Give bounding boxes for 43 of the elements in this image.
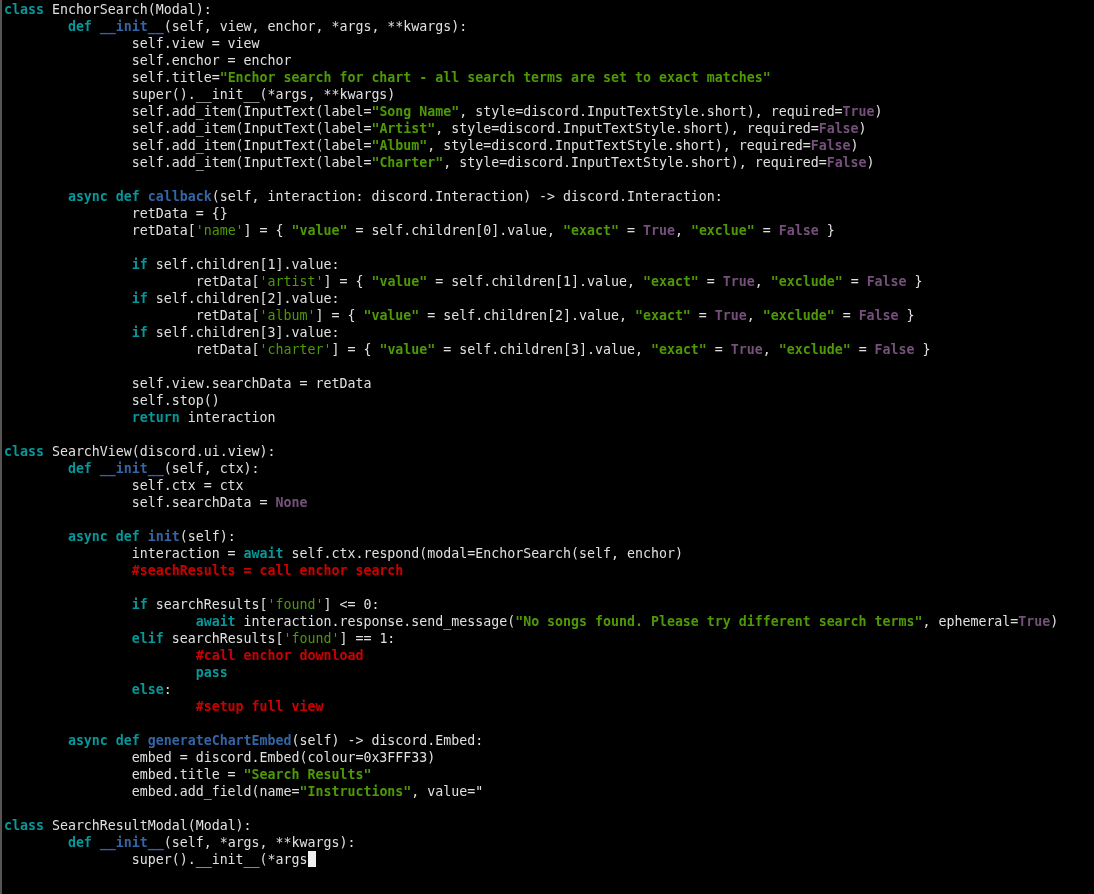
code-line: async def generateChartEmbed(self) -> discord.Embed:: [66, 732, 484, 749]
code-line: if self.children[3].value:: [130, 324, 340, 341]
code-line: self.view.searchData = retData: [130, 375, 372, 392]
code-line: #seachResults = call enchor search: [130, 562, 404, 579]
code-line: retData['album'] = { "value" = self.children[2].value, "exact" = True, "exclude" = False }: [194, 307, 915, 324]
code-line: return interaction: [130, 409, 276, 426]
code-line: if self.children[2].value:: [130, 290, 340, 307]
code-line: def __init__(self, view, enchor, *args, **kwargs):: [66, 18, 468, 35]
code-line: pass: [194, 664, 228, 681]
code-line: self.ctx = ctx: [130, 477, 244, 494]
code-line: async def init(self):: [66, 528, 236, 545]
code-line: elif searchResults['found'] == 1:: [130, 630, 396, 647]
code-line: embed.add_field(name="Instructions", value=": [130, 783, 484, 800]
code-line: retData['name'] = { "value" = self.children[0].value, "exact" = True, "exclue" = False }: [130, 222, 835, 239]
code-line: super().__init__(*args, **kwargs): [130, 86, 396, 103]
code-line: self.add_item(InputText(label="Charter", style=discord.InputTextStyle.short), required=False): [130, 154, 875, 171]
code-line: def __init__(self, ctx):: [66, 460, 260, 477]
code-line: retData['artist'] = { "value" = self.children[1].value, "exact" = True, "exclude" = False }: [194, 273, 923, 290]
code-line: self.searchData = None: [130, 494, 308, 511]
code-line: if self.children[1].value:: [130, 256, 340, 273]
code-line: #setup full view: [194, 698, 324, 715]
code-line: def __init__(self, *args, **kwargs):: [66, 834, 356, 851]
code-line: class SearchResultModal(Modal):: [4, 817, 252, 834]
code-line: #call enchor download: [194, 647, 364, 664]
code-line: self.add_item(InputText(label="Artist", style=discord.InputTextStyle.short), required=False): [130, 120, 867, 137]
code-line: super().__init__(*args: [130, 851, 308, 868]
code-line: embed.title = "Search Results": [130, 766, 372, 783]
code-line: retData = {}: [130, 205, 228, 222]
code-line: retData['charter'] = { "value" = self.children[3].value, "exact" = True, "exclude" = False }: [194, 341, 931, 358]
code-line: self.view = view: [130, 35, 260, 52]
code-line: class SearchView(discord.ui.view):: [4, 443, 276, 460]
code-line: embed = discord.Embed(colour=0x3FFF33): [130, 749, 436, 766]
code-line: self.title="Enchor search for chart - all search terms are set to exact matches": [130, 69, 771, 86]
code-line: self.stop(): [130, 392, 220, 409]
code-line: await interaction.response.send_message("No songs found. Please try different search terms", ephemeral=True): [194, 613, 1059, 630]
code-line: self.add_item(InputText(label="Album", style=discord.InputTextStyle.short), required=False): [130, 137, 859, 154]
code-line: else:: [130, 681, 172, 698]
code-line: if searchResults['found'] <= 0:: [130, 596, 380, 613]
code-line: class EnchorSearch(Modal):: [4, 1, 212, 18]
code-line: interaction = await self.ctx.respond(modal=EnchorSearch(self, enchor): [130, 545, 683, 562]
code-line: self.enchor = enchor: [130, 52, 292, 69]
code-line: async def callback(self, interaction: discord.Interaction) -> discord.Interaction:: [66, 188, 723, 205]
code-line: self.add_item(InputText(label="Song Name", style=discord.InputTextStyle.short), required=True): [130, 103, 883, 120]
